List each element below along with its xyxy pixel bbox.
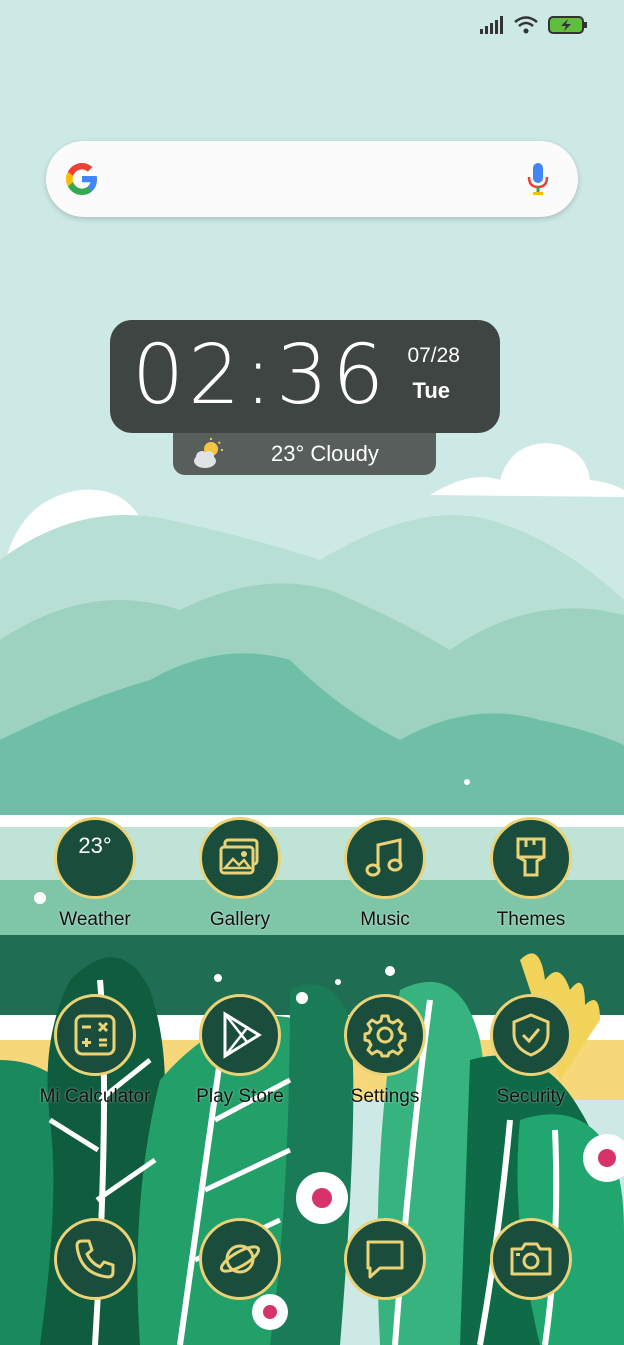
app-label-play-store: Play Store [196, 1086, 284, 1107]
app-label-weather: Weather [59, 909, 131, 930]
music-note-icon [365, 838, 403, 877]
app-gallery[interactable]: Gallery [170, 817, 310, 931]
app-label-music: Music [360, 909, 410, 930]
app-label-security: Security [496, 1086, 566, 1107]
partly-cloudy-icon [194, 438, 223, 468]
messages-icon [366, 1240, 404, 1279]
app-themes[interactable]: Themes [461, 817, 601, 931]
weather-strip[interactable]: 23° Cloudy [173, 433, 436, 475]
google-g-icon [66, 163, 97, 195]
status-bar [480, 16, 588, 34]
paintbrush-icon [516, 837, 546, 877]
gear-icon [363, 1014, 407, 1058]
google-search-bar[interactable] [46, 141, 578, 217]
weather-temp-icon: 23° [78, 833, 112, 858]
shield-check-icon [512, 1013, 550, 1057]
app-security[interactable]: Security [461, 994, 601, 1108]
app-weather[interactable]: 23° Weather [25, 817, 165, 931]
phone-icon [75, 1239, 115, 1279]
signal-icon [480, 16, 503, 34]
app-label-mi-calculator: Mi Calculator [39, 1086, 151, 1107]
camera-icon [510, 1242, 552, 1276]
play-store-icon [223, 1011, 262, 1059]
weather-text: 23° Cloudy [271, 441, 379, 466]
app-label-themes: Themes [496, 909, 566, 930]
microphone-icon[interactable] [526, 161, 550, 197]
app-settings[interactable]: Settings [315, 994, 455, 1108]
dock-browser[interactable] [170, 1218, 310, 1300]
clock-widget[interactable]: 02:36 07/28 Tue [110, 320, 500, 433]
app-label-gallery: Gallery [209, 909, 271, 930]
app-music[interactable]: Music [315, 817, 455, 931]
app-play-store[interactable]: Play Store [170, 994, 310, 1108]
clock-day: Tue [412, 378, 450, 403]
dock-camera[interactable] [461, 1218, 601, 1300]
gallery-icon [219, 838, 259, 875]
clock-date: 07/28 [407, 344, 460, 367]
clock-time: 02:36 [132, 328, 389, 423]
browser-planet-icon [219, 1244, 261, 1274]
dock-phone[interactable] [25, 1218, 165, 1300]
dock-messages[interactable] [315, 1218, 455, 1300]
app-mi-calculator[interactable]: Mi Calculator [25, 994, 165, 1108]
calculator-icon [74, 1014, 116, 1056]
battery-charging-icon [548, 16, 587, 34]
wifi-icon [514, 16, 538, 34]
app-label-settings: Settings [350, 1086, 420, 1107]
